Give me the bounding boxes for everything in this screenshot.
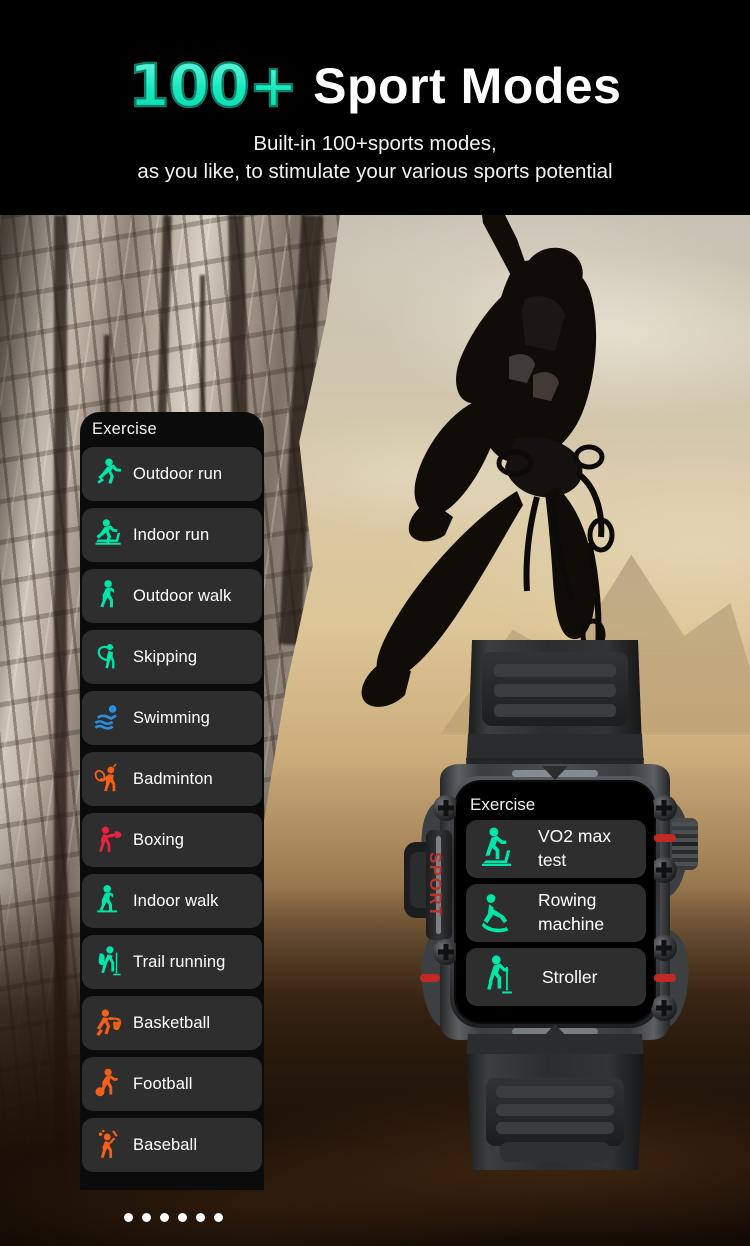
sport-list-item[interactable]: Outdoor walk — [82, 569, 262, 623]
basketball-icon — [96, 1009, 122, 1036]
sport-list-item[interactable]: Skipping — [82, 630, 262, 684]
sport-button-label: SPORT — [426, 852, 445, 918]
baseball-icon — [98, 1129, 118, 1158]
svg-text:Stroller: Stroller — [542, 967, 598, 987]
smartwatch: SPORT Exercise VO2 max test Rowing machi… — [404, 640, 698, 1170]
sport-list-item-label: Boxing — [133, 830, 185, 849]
sports-list[interactable]: Outdoor run Indoor run Outdoor walk Skippin… — [82, 447, 262, 1179]
pagination-dot[interactable] — [142, 1213, 151, 1222]
treadmill-icon — [95, 519, 121, 545]
page-title: 100+ Sport Modes — [0, 51, 750, 120]
watch-list-item[interactable]: Stroller — [466, 948, 646, 1006]
pagination-dot[interactable] — [196, 1213, 205, 1222]
football-icon — [95, 1068, 118, 1097]
sports-list-panel[interactable]: Exercise Outdoor run Indoor run Outdoor wa… — [80, 412, 264, 1190]
sport-list-item[interactable]: Indoor run — [82, 508, 262, 562]
trail-hiker-icon — [98, 946, 121, 976]
sport-list-item[interactable]: Boxing — [82, 813, 262, 867]
watch-screen[interactable]: Exercise VO2 max test Rowing machine Str… — [456, 782, 654, 1022]
red-accent-left — [420, 974, 440, 982]
watch-crown[interactable] — [672, 818, 698, 870]
sport-list-item[interactable]: Outdoor run — [82, 447, 262, 501]
sport-list-item-label: Basketball — [133, 1013, 211, 1032]
sport-list-item[interactable]: Football — [82, 1057, 262, 1111]
pagination-dot[interactable] — [178, 1213, 187, 1222]
sport-list-item-label: Swimming — [133, 708, 210, 727]
pagination-dots[interactable] — [124, 1213, 223, 1222]
headline-text: Sport Modes — [313, 58, 622, 114]
svg-text:VO2 max: VO2 max — [538, 826, 611, 846]
swimmer-icon — [94, 705, 117, 730]
sport-list-item[interactable]: Badminton — [82, 752, 262, 806]
red-accent-top — [654, 834, 676, 842]
sport-list-item-label: Badminton — [133, 769, 213, 788]
red-accent-bottom — [654, 974, 676, 982]
boxing-icon — [99, 826, 122, 853]
sport-list-item[interactable]: Indoor walk — [82, 874, 262, 928]
sport-list-item-label: Baseball — [133, 1135, 198, 1154]
sport-list-item-label: Indoor run — [133, 525, 210, 544]
walker-outdoor-icon — [100, 580, 115, 608]
badminton-icon — [94, 763, 117, 792]
subtitle-line-2: as you like, to stimulate your various s… — [137, 160, 613, 183]
sport-list-item[interactable]: Trail running — [82, 935, 262, 989]
svg-text:machine: machine — [538, 914, 604, 934]
subtitle-line-1: Built-in 100+sports modes, — [253, 132, 497, 155]
pagination-dot[interactable] — [160, 1213, 169, 1222]
pagination-dot[interactable] — [124, 1213, 133, 1222]
watch-list-item[interactable]: Rowing machine — [466, 884, 646, 942]
sport-list-item-label: Trail running — [133, 952, 226, 971]
sport-list-item-label: Outdoor walk — [133, 586, 232, 605]
jump-rope-icon — [97, 644, 115, 669]
pagination-dot[interactable] — [214, 1213, 223, 1222]
subtitle: Built-in 100+sports modes, as you like, … — [0, 130, 750, 186]
sport-list-item-label: Football — [133, 1074, 193, 1093]
watch-strap-bottom — [466, 1034, 644, 1170]
sport-list-item-label: Indoor walk — [133, 891, 219, 910]
sports-panel-title: Exercise — [92, 420, 157, 438]
svg-text:Rowing: Rowing — [538, 890, 596, 910]
sport-list-item-label: Outdoor run — [133, 464, 223, 483]
header-banner: 100+ Sport Modes Built-in 100+sports mod… — [0, 0, 750, 215]
watch-screen-title: Exercise — [470, 795, 535, 814]
sport-list-item[interactable]: Baseball — [82, 1118, 262, 1172]
svg-text:test: test — [538, 850, 566, 870]
watch-sport-button[interactable]: SPORT — [404, 830, 452, 940]
walker-indoor-icon — [97, 885, 118, 913]
headline-highlight: 100+ — [127, 51, 299, 120]
watch-list-item[interactable]: VO2 max test — [466, 820, 646, 878]
runner-outdoor-icon — [97, 458, 122, 484]
watch-strap-top — [466, 640, 644, 782]
sport-list-item[interactable]: Swimming — [82, 691, 262, 745]
sport-list-item-label: Skipping — [133, 647, 198, 666]
sport-list-item[interactable]: Basketball — [82, 996, 262, 1050]
